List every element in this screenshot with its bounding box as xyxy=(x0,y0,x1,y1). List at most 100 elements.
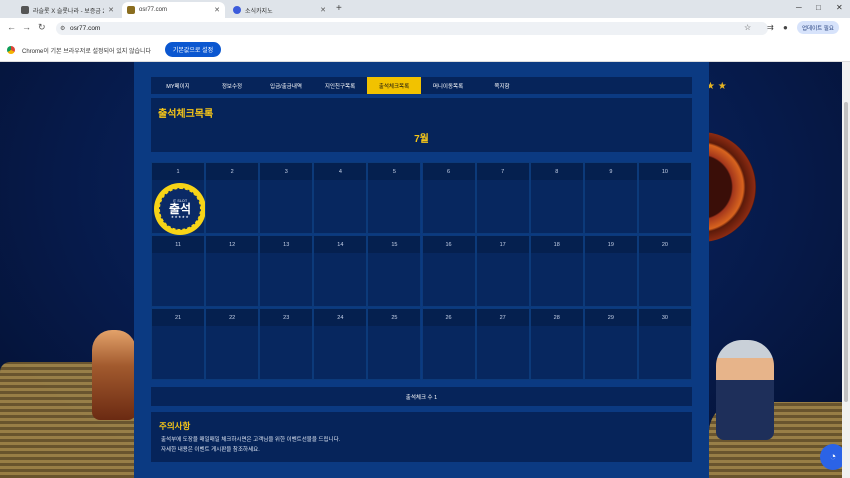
calendar-day-cell: 6 xyxy=(421,162,476,234)
browser-tab-3[interactable]: 소식카지노 ✕ xyxy=(228,2,331,18)
calendar-day-cell: 25 xyxy=(367,308,422,380)
browser-tab-strip: 라슬롯 X 슬롯나라 - 보증금 2억 ✕ osr77.com ✕ 소식카지노 … xyxy=(0,0,850,18)
calendar-day-cell: 7 xyxy=(475,162,530,234)
menu-item-messages[interactable]: 쪽지함 xyxy=(475,77,529,94)
month-label: 7월 xyxy=(414,134,429,145)
browser-tab-1[interactable]: 라슬롯 X 슬롯나라 - 보증금 2억 ✕ xyxy=(16,2,119,18)
infobar-message: Chrome이 기본 브라우저로 설정되어 있지 않습니다 xyxy=(22,49,152,55)
menu-item-money-transfer[interactable]: 머니이동목록 xyxy=(421,77,475,94)
day-number: 5 xyxy=(368,163,421,180)
day-number: 18 xyxy=(530,236,583,253)
attendance-calendar: 1 IT SLOT 출석 ★★★★★ 2 3 4 5 6 7 8 9 10 11 12 13 14 15 16 17 1… xyxy=(151,162,692,382)
character-decoration-right xyxy=(716,340,774,440)
calendar-day-cell: 8 xyxy=(529,162,584,234)
attendance-stamp-badge: IT SLOT 출석 ★★★★★ xyxy=(154,183,206,235)
default-browser-infobar: Chrome이 기본 브라우저로 설정되어 있지 않습니다 기본값으로 설정 xyxy=(0,38,850,62)
main-container: MY페이지 정보수정 입금/출금내역 지인친구목록 출석체크목록 머니이동목록 … xyxy=(134,62,709,478)
calendar-day-cell: 10 xyxy=(637,162,692,234)
browser-tab-2[interactable]: osr77.com ✕ xyxy=(122,2,225,18)
calendar-day-cell: 28 xyxy=(529,308,584,380)
menu-item-attendance[interactable]: 출석체크목록 xyxy=(367,77,421,94)
day-number: 25 xyxy=(368,309,421,326)
stamp-stars: ★★★★★ xyxy=(170,215,190,219)
address-bar-row: ← → ↻ ⚙ osr77.com ☆ ⇉ ● xyxy=(0,18,850,38)
notice-line-2: 자세한 내용은 이벤트 게시판을 참조하세요. xyxy=(161,447,260,453)
calendar-day-cell: 1 IT SLOT 출석 ★★★★★ xyxy=(151,162,206,235)
tab-title: 소식카지노 xyxy=(245,8,273,15)
stars-decoration: ★ ★ xyxy=(706,81,727,92)
calendar-day-cell: 9 xyxy=(583,162,638,234)
back-arrow-icon[interactable]: ← xyxy=(7,22,16,32)
menu-item-deposit-withdraw[interactable]: 입금/출금내역 xyxy=(259,77,313,94)
calendar-day-cell: 23 xyxy=(259,308,314,380)
menu-item-friends[interactable]: 지인친구목록 xyxy=(313,77,367,94)
profile-icon[interactable]: ● xyxy=(783,23,788,32)
calendar-day-cell: 3 xyxy=(259,162,314,234)
url-input[interactable]: ⚙ osr77.com xyxy=(56,22,768,35)
calendar-day-cell: 11 xyxy=(151,235,206,307)
tab-close-icon[interactable]: ✕ xyxy=(108,6,114,14)
minimize-icon[interactable]: ─ xyxy=(796,3,802,12)
url-text: osr77.com xyxy=(70,25,101,32)
day-number: 1 xyxy=(152,163,205,180)
day-number: 11 xyxy=(152,236,205,253)
day-number: 20 xyxy=(638,236,691,253)
calendar-day-cell: 2 xyxy=(205,162,260,234)
calendar-day-cell: 4 xyxy=(313,162,368,234)
day-number: 28 xyxy=(530,309,583,326)
calendar-day-cell: 29 xyxy=(583,308,638,380)
day-number: 29 xyxy=(584,309,637,326)
calendar-day-cell: 24 xyxy=(313,308,368,380)
calendar-day-cell: 15 xyxy=(367,235,422,307)
menu-item-edit-info[interactable]: 정보수정 xyxy=(205,77,259,94)
scrollbar-thumb[interactable] xyxy=(844,102,848,402)
page-scrollbar[interactable] xyxy=(842,62,850,478)
web-page: ★ ★ MY페이지 정보수정 입금/출금내역 지인친구목록 출석체크목록 머니이… xyxy=(0,62,850,478)
day-number: 22 xyxy=(206,309,259,326)
notice-box: 주의사항 출석부에 도장을 매일매일 체크하시면은 고객님을 위한 이벤트선물을… xyxy=(151,412,692,462)
calendar-day-cell: 26 xyxy=(421,308,476,380)
day-number: 24 xyxy=(314,309,367,326)
menu-item-mypage[interactable]: MY페이지 xyxy=(151,77,205,94)
day-number: 3 xyxy=(260,163,313,180)
attendance-count: 출석체크 수 1 xyxy=(151,387,692,406)
calendar-day-cell: 27 xyxy=(475,308,530,380)
new-tab-button[interactable]: + xyxy=(336,3,342,14)
day-number: 4 xyxy=(314,163,367,180)
calendar-day-cell: 12 xyxy=(205,235,260,307)
tab-title: osr77.com xyxy=(139,7,168,13)
tab-close-icon[interactable]: ✕ xyxy=(214,6,220,14)
tab-title: 라슬롯 X 슬롯나라 - 보증금 2억 xyxy=(33,8,105,15)
day-number: 21 xyxy=(152,309,205,326)
day-number: 13 xyxy=(260,236,313,253)
site-info-icon[interactable]: ⚙ xyxy=(60,25,65,32)
calendar-day-cell: 19 xyxy=(583,235,638,307)
day-number: 16 xyxy=(422,236,475,253)
calendar-day-cell: 18 xyxy=(529,235,584,307)
day-number: 7 xyxy=(476,163,529,180)
tab-favicon-icon xyxy=(21,6,29,14)
tab-close-icon[interactable]: ✕ xyxy=(320,6,326,14)
maximize-icon[interactable]: □ xyxy=(816,3,821,12)
calendar-day-cell: 17 xyxy=(475,235,530,307)
day-number: 14 xyxy=(314,236,367,253)
calendar-day-cell: 20 xyxy=(637,235,692,307)
close-window-icon[interactable]: ✕ xyxy=(836,3,843,12)
day-number: 30 xyxy=(638,309,691,326)
bookmark-star-icon[interactable]: ☆ xyxy=(744,23,751,32)
calendar-day-cell: 5 xyxy=(367,162,422,234)
calendar-day-cell: 13 xyxy=(259,235,314,307)
tab-favicon-icon xyxy=(127,6,135,14)
cast-icon[interactable]: ⇉ xyxy=(767,23,774,32)
day-number: 27 xyxy=(476,309,529,326)
day-number: 6 xyxy=(422,163,475,180)
update-button[interactable]: 업데이트 필요 xyxy=(797,21,839,34)
day-number: 19 xyxy=(584,236,637,253)
day-number: 8 xyxy=(530,163,583,180)
tab-favicon-icon xyxy=(233,6,241,14)
set-default-button[interactable]: 기본값으로 설정 xyxy=(165,42,221,57)
page-title: 출석체크목록 xyxy=(158,109,214,120)
forward-arrow-icon[interactable]: → xyxy=(22,22,31,32)
notice-line-1: 출석부에 도장을 매일매일 체크하시면은 고객님을 위한 이벤트선물을 드립니다… xyxy=(161,437,341,443)
reload-icon[interactable]: ↻ xyxy=(38,22,46,33)
